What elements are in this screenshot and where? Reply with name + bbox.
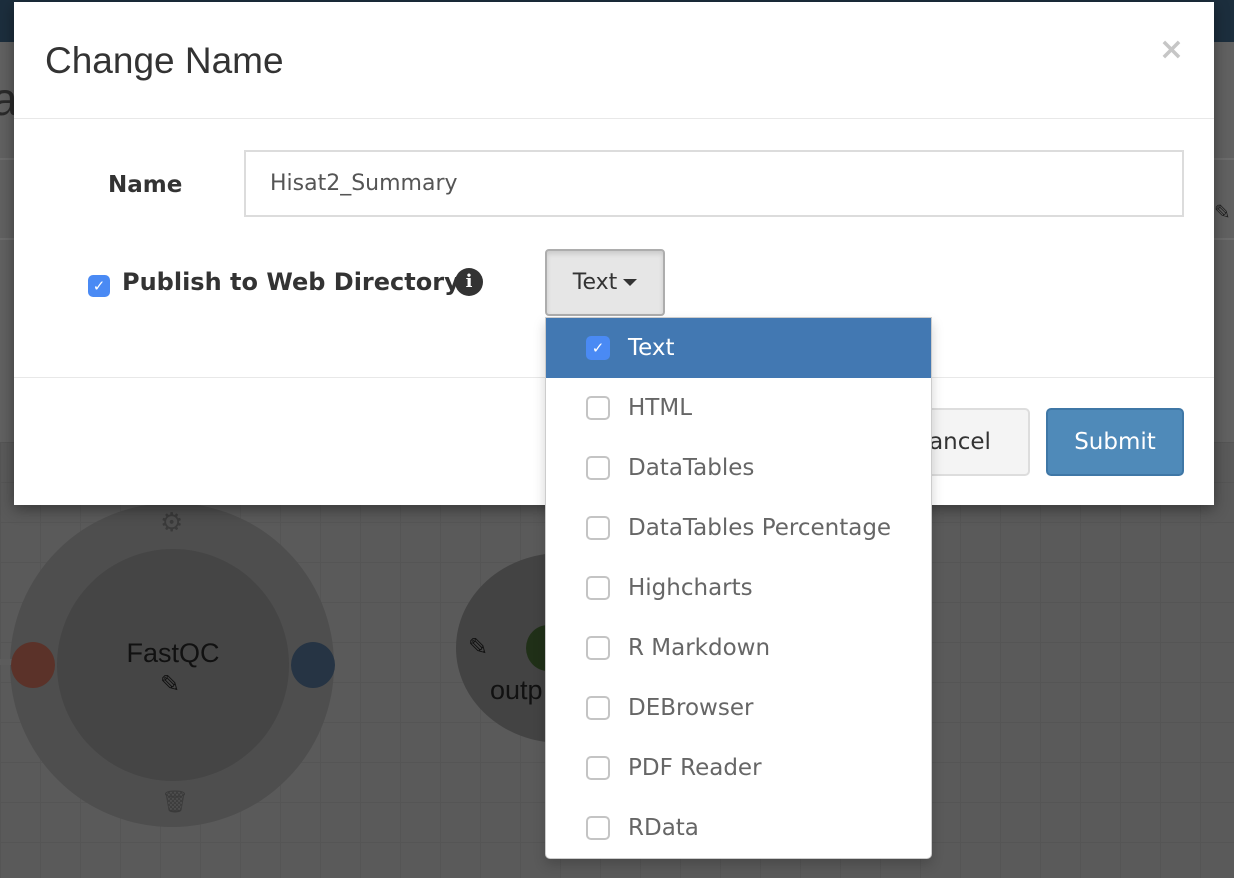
checkbox[interactable] [586,816,610,840]
dropdown-item-r-markdown[interactable]: R Markdown [546,618,931,678]
trash-icon[interactable]: 🗑 [161,790,189,815]
node-label: outp [490,675,543,705]
caret-down-icon [623,279,638,286]
item-label: DataTables Percentage [628,515,892,541]
type-dropdown-menu: ✓ Text HTML DataTables DataTables Percent… [545,317,932,859]
close-icon[interactable]: × [1159,32,1184,67]
publish-checkbox[interactable]: ✓ [88,275,110,297]
item-label: RData [628,815,699,841]
edit-icon: ✎ [1214,200,1231,224]
type-dropdown-label: Text [572,270,618,295]
publish-label[interactable]: Publish to Web Directory [122,268,460,296]
modal-title: Change Name [45,40,284,81]
item-label: R Markdown [628,635,771,661]
dropdown-item-rdata[interactable]: RData [546,798,931,858]
dropdown-item-datatables[interactable]: DataTables [546,438,931,498]
dropdown-item-text[interactable]: ✓ Text [546,318,931,378]
dropdown-item-highcharts[interactable]: Highcharts [546,558,931,618]
name-label: Name [108,172,183,198]
checkbox[interactable] [586,576,610,600]
item-label: DataTables [628,455,755,481]
checkbox[interactable] [586,636,610,660]
dropdown-item-debrowser[interactable]: DEBrowser [546,678,931,738]
name-input[interactable] [244,150,1184,217]
info-icon[interactable]: i [455,268,483,296]
checkbox[interactable] [586,756,610,780]
pencil-icon[interactable]: ✎ [160,670,180,698]
checkbox[interactable] [586,516,610,540]
checkbox[interactable] [586,696,610,720]
checkbox[interactable] [586,456,610,480]
item-label: HTML [628,395,693,421]
node-label: FastQC [126,638,220,668]
type-dropdown-button[interactable]: Text [545,249,665,316]
input-port[interactable] [11,642,55,688]
modal-header: Change Name × [14,2,1214,119]
dropdown-item-datatables-percentage[interactable]: DataTables Percentage [546,498,931,558]
output-port[interactable] [291,642,335,688]
checkbox[interactable] [586,396,610,420]
dropdown-item-html[interactable]: HTML [546,378,931,438]
item-label: Text [628,335,675,361]
gear-icon[interactable]: ⚙ [160,508,183,538]
item-label: DEBrowser [628,695,754,721]
item-label: Highcharts [628,575,753,601]
pencil-icon[interactable]: ✎ [468,633,488,661]
submit-button[interactable]: Submit [1046,408,1184,476]
checkbox[interactable]: ✓ [586,336,610,360]
dropdown-item-pdf-reader[interactable]: PDF Reader [546,738,931,798]
item-label: PDF Reader [628,755,762,781]
